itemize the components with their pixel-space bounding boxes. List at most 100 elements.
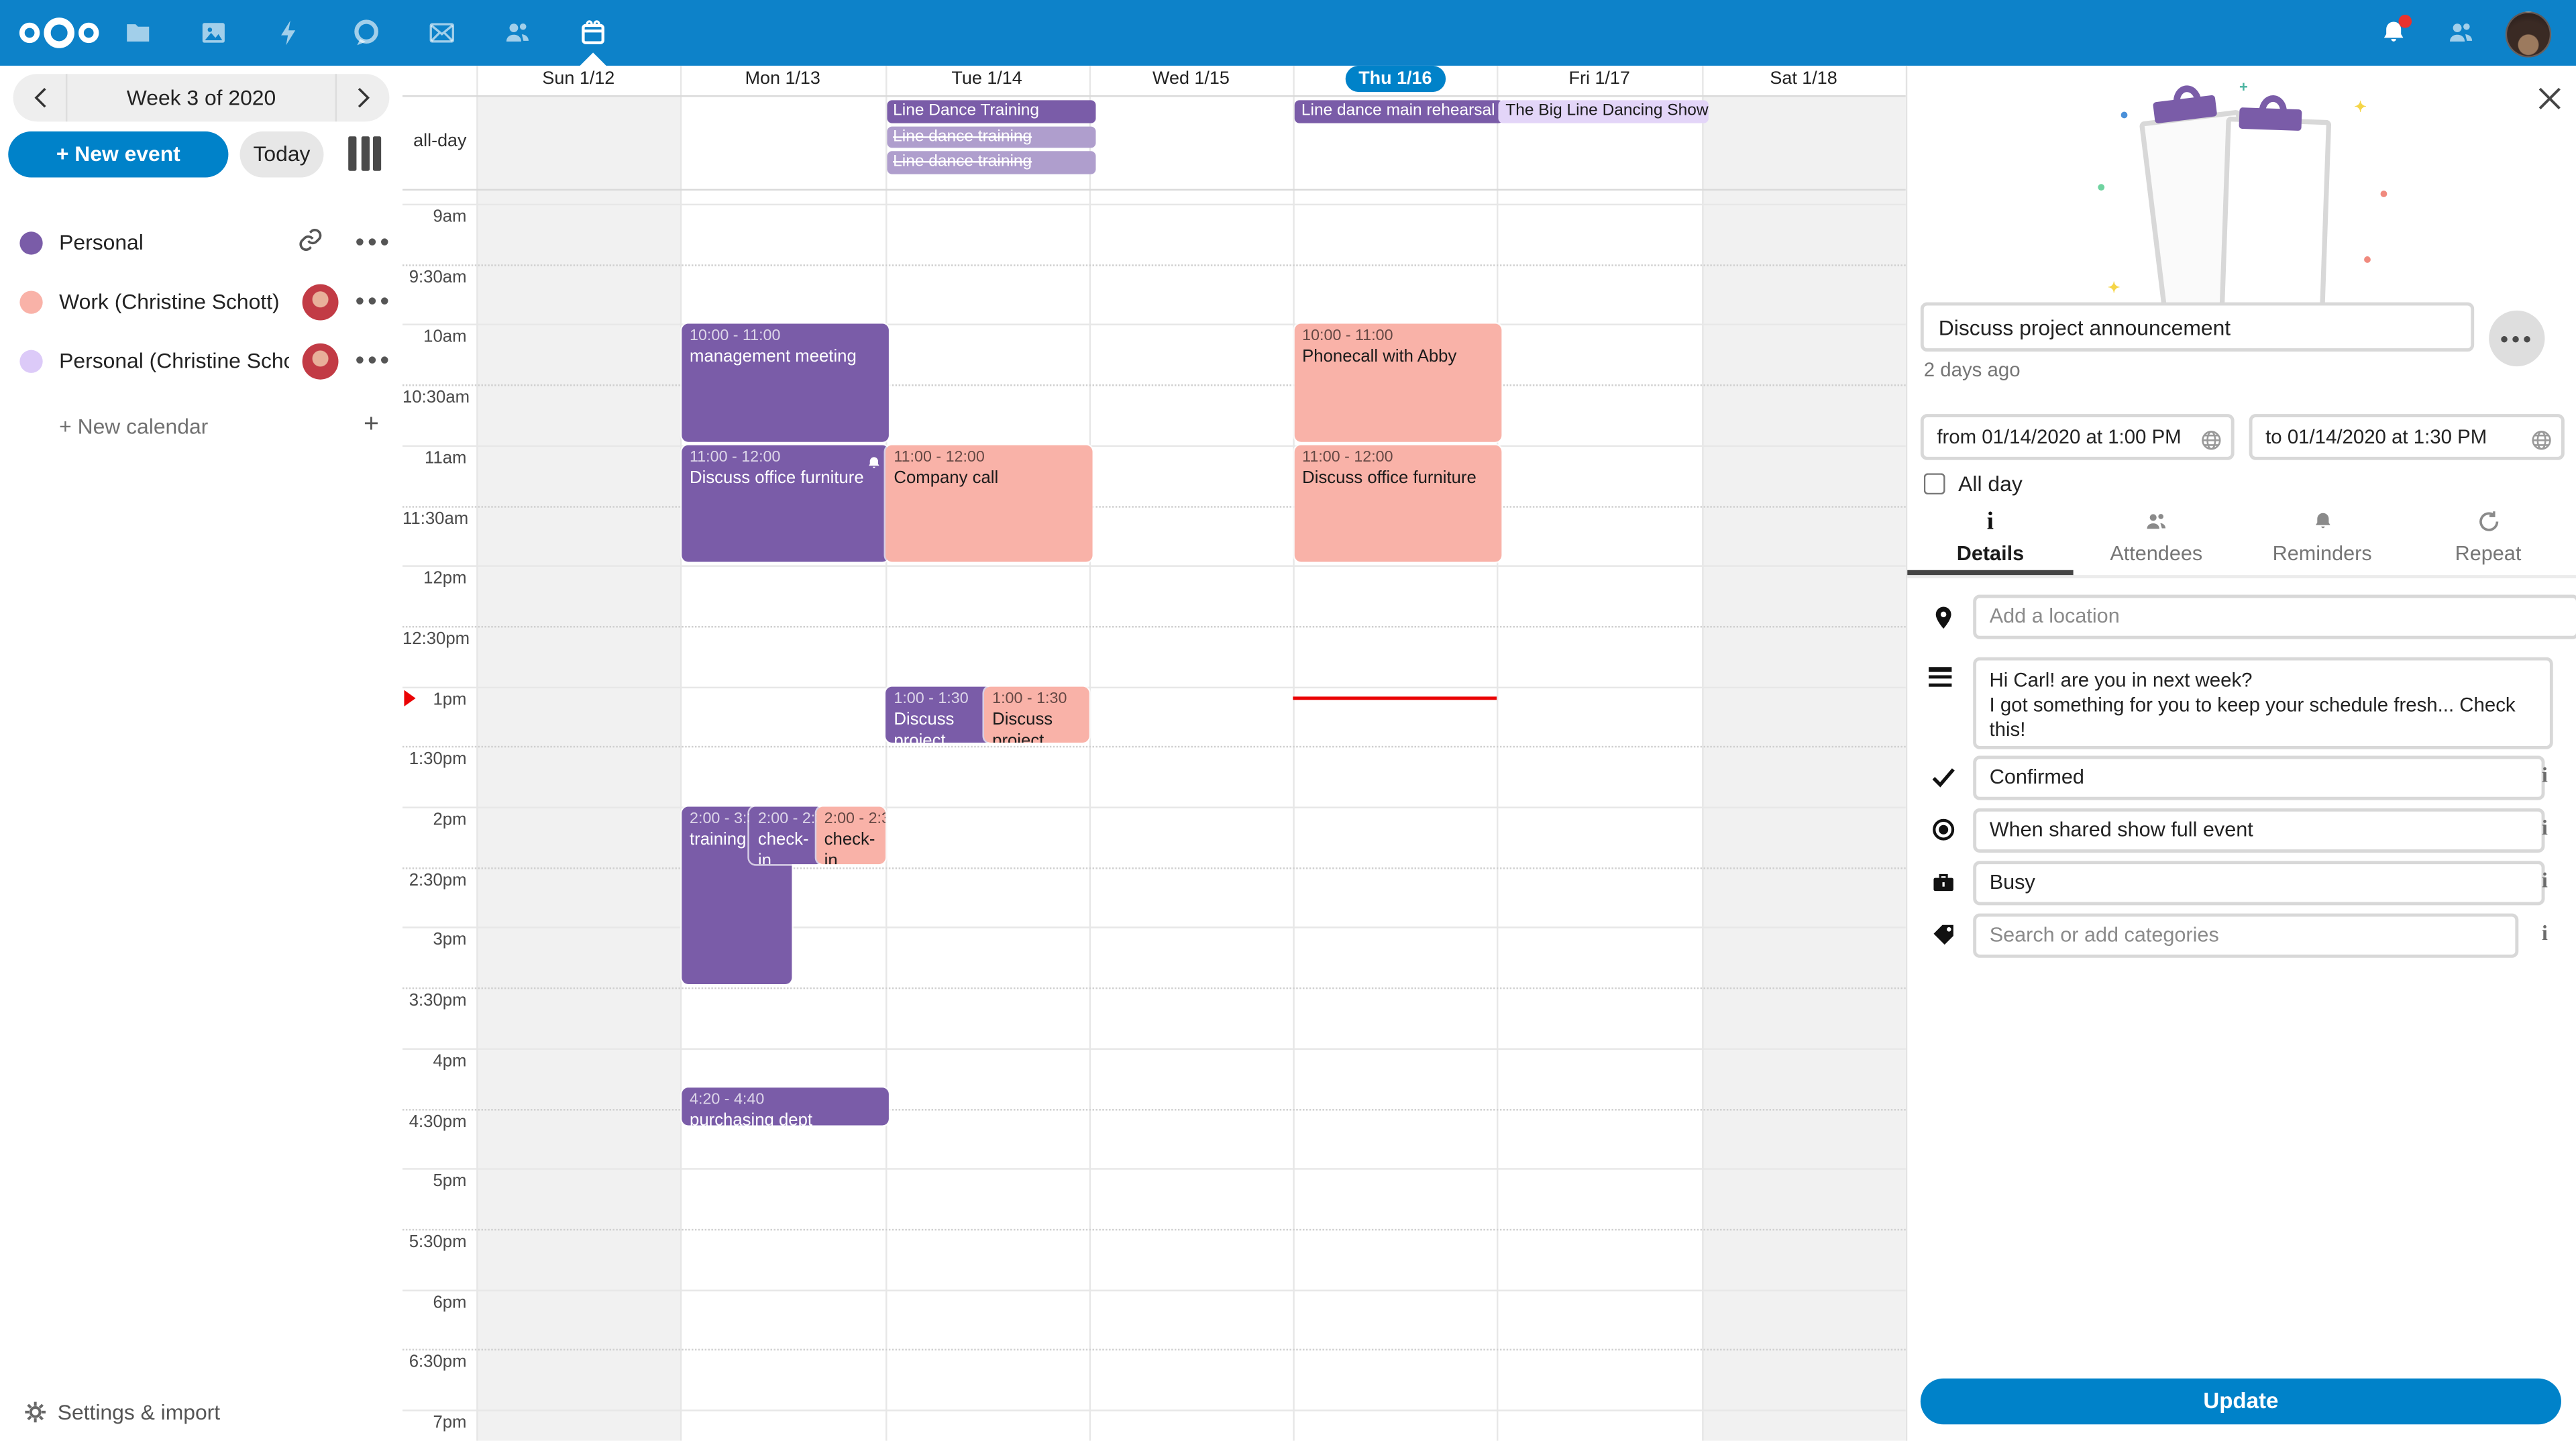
update-button[interactable]: Update (1921, 1379, 2561, 1425)
tab-details[interactable]: i Details (1907, 506, 2073, 565)
activity-app-icon[interactable] (274, 18, 304, 48)
files-app-icon[interactable] (123, 18, 153, 48)
day-header[interactable]: Thu 1/16 (1293, 69, 1497, 95)
calendar-event[interactable]: 11:00 - 12:00Discuss office furniture (682, 445, 889, 562)
calendar-actions-menu[interactable]: ●●● (355, 225, 391, 262)
calendar-event[interactable]: 11:00 - 12:00Discuss office furniture (1294, 445, 1501, 562)
notifications-bell-icon[interactable] (2379, 18, 2408, 48)
busy-info-icon[interactable]: i (2533, 867, 2556, 894)
tab-reminders[interactable]: Reminders (2239, 506, 2405, 565)
event-time: 11:00 - 12:00 (690, 448, 881, 468)
day-header[interactable]: Sun 1/12 (476, 69, 680, 95)
calendar-item-work-christine[interactable]: Work (Christine Schott) ●●● (0, 273, 402, 332)
previous-week-button[interactable] (13, 74, 66, 121)
start-datetime-field[interactable]: from 01/14/2020 at 1:00 PM (1921, 414, 2235, 460)
event-time: 1:00 - 1:30 (992, 690, 1081, 709)
half-hour-line (402, 747, 1906, 750)
half-hour-line (402, 988, 1906, 991)
day-header[interactable]: Wed 1/15 (1089, 69, 1293, 95)
hour-line (402, 1169, 1906, 1170)
event-time: 11:00 - 12:00 (1302, 448, 1493, 468)
tab-attendees[interactable]: Attendees (2074, 506, 2239, 565)
new-event-button[interactable]: + New event (8, 131, 228, 178)
event-title: Discuss office furniture (1302, 468, 1493, 489)
settings-import-button[interactable]: Settings & import (23, 1397, 400, 1430)
calendar-event[interactable]: 1:00 - 1:30Discuss project announcement (885, 686, 993, 743)
event-title-input[interactable] (1921, 303, 2474, 352)
calendar-event[interactable]: 4:20 - 4:40purchasing dept (682, 1088, 889, 1125)
hour-line (402, 566, 1906, 567)
column-divider (1089, 66, 1090, 1441)
calendar-event[interactable]: 2:00 - 2:30check-in (816, 806, 885, 863)
day-header[interactable]: Fri 1/17 (1497, 69, 1701, 95)
calendar-actions-menu[interactable]: ●●● (355, 284, 391, 321)
time-label: 4:30pm (402, 1112, 467, 1131)
calendar-event[interactable]: 10:00 - 11:00management meeting (682, 324, 889, 441)
half-hour-line (402, 1229, 1906, 1232)
day-header[interactable]: Sat 1/18 (1701, 69, 1905, 95)
allday-event[interactable]: Line dance training (886, 151, 1095, 173)
allday-event[interactable]: Line Dance Training (886, 100, 1095, 122)
visibility-eye-icon (1931, 816, 1957, 843)
calendar-event[interactable]: 10:00 - 11:00Phonecall with Abby (1294, 324, 1501, 441)
busy-select[interactable]: Busy (1973, 861, 2544, 905)
calendar-app-icon[interactable] (578, 18, 608, 48)
calendar-event[interactable]: 2:00 - 2:30check-in (750, 806, 823, 863)
tab-repeat[interactable]: Repeat (2405, 506, 2571, 565)
calendar-item-personal-christine[interactable]: Personal (Christine Scho…) ●●● (0, 332, 402, 391)
categories-info-icon[interactable]: i (2533, 920, 2556, 946)
nextcloud-logo[interactable] (16, 13, 101, 53)
calendar-color-dot (19, 231, 42, 254)
event-time: 10:00 - 11:00 (1302, 327, 1493, 347)
time-label: 5pm (402, 1172, 467, 1191)
time-label: 2pm (402, 810, 467, 829)
all-day-checkbox[interactable] (1924, 472, 1945, 494)
talk-app-icon[interactable] (352, 18, 381, 48)
allday-event[interactable]: The Big Line Dancing Show (1499, 100, 1709, 122)
visibility-select[interactable]: When shared show full event (1973, 808, 2544, 853)
day-header[interactable]: Tue 1/14 (885, 69, 1089, 95)
calendar-actions-menu[interactable]: ●●● (355, 343, 391, 380)
end-datetime-field[interactable]: to 01/14/2020 at 1:30 PM (2249, 414, 2565, 460)
event-title: management meeting (690, 348, 881, 369)
time-label: 9am (402, 207, 467, 227)
event-time: 4:20 - 4:40 (690, 1091, 881, 1111)
notification-badge (2399, 15, 2412, 28)
all-day-checkbox-row[interactable]: All day (1924, 470, 2023, 496)
photos-app-icon[interactable] (199, 18, 228, 48)
next-week-button[interactable] (337, 74, 389, 121)
calendar-event[interactable]: 11:00 - 12:00Company call (885, 445, 1093, 562)
mail-app-icon[interactable] (427, 18, 457, 48)
calendar-event[interactable]: 1:00 - 1:30Discuss project (984, 686, 1089, 743)
event-time: 11:00 - 12:00 (894, 448, 1085, 468)
status-info-icon[interactable]: i (2533, 762, 2556, 788)
column-divider (1293, 66, 1295, 1441)
week-label[interactable]: Week 3 of 2020 (66, 74, 337, 121)
gear-icon (23, 1400, 48, 1425)
categories-input[interactable] (1973, 914, 2518, 958)
status-select[interactable]: Confirmed (1973, 756, 2544, 800)
event-title: purchasing dept (690, 1111, 881, 1125)
contacts-app-icon[interactable] (502, 18, 532, 48)
calendar-color-dot (19, 290, 42, 313)
allday-event[interactable]: Line dance main rehearsal (1295, 100, 1504, 122)
user-avatar[interactable] (2506, 11, 2552, 58)
half-hour-line (402, 264, 1906, 268)
calendar-grid-area: Sun 1/12Mon 1/13Tue 1/14Wed 1/15Thu 1/16… (402, 66, 1906, 1441)
new-calendar-row[interactable]: + New calendar + (0, 398, 402, 457)
view-toggle-button[interactable] (345, 136, 384, 172)
visibility-info-icon[interactable]: i (2533, 815, 2556, 841)
close-icon[interactable] (2536, 85, 2563, 111)
description-textarea[interactable]: Hi Carl! are you in next week? I got som… (1973, 657, 2553, 749)
today-button[interactable]: Today (240, 131, 324, 178)
location-input[interactable] (1973, 595, 2576, 639)
share-link-icon[interactable] (297, 227, 323, 253)
event-actions-menu[interactable]: ●●● (2489, 311, 2544, 366)
timezone-globe-icon[interactable] (2530, 425, 2553, 448)
allday-event[interactable]: Line dance training (886, 125, 1095, 148)
day-header[interactable]: Mon 1/13 (681, 69, 885, 95)
timezone-globe-icon[interactable] (2200, 425, 2222, 448)
info-icon: i (1907, 509, 2073, 539)
contacts-menu-icon[interactable] (2447, 18, 2476, 48)
calendar-item-personal[interactable]: Personal ●●● (0, 213, 402, 272)
